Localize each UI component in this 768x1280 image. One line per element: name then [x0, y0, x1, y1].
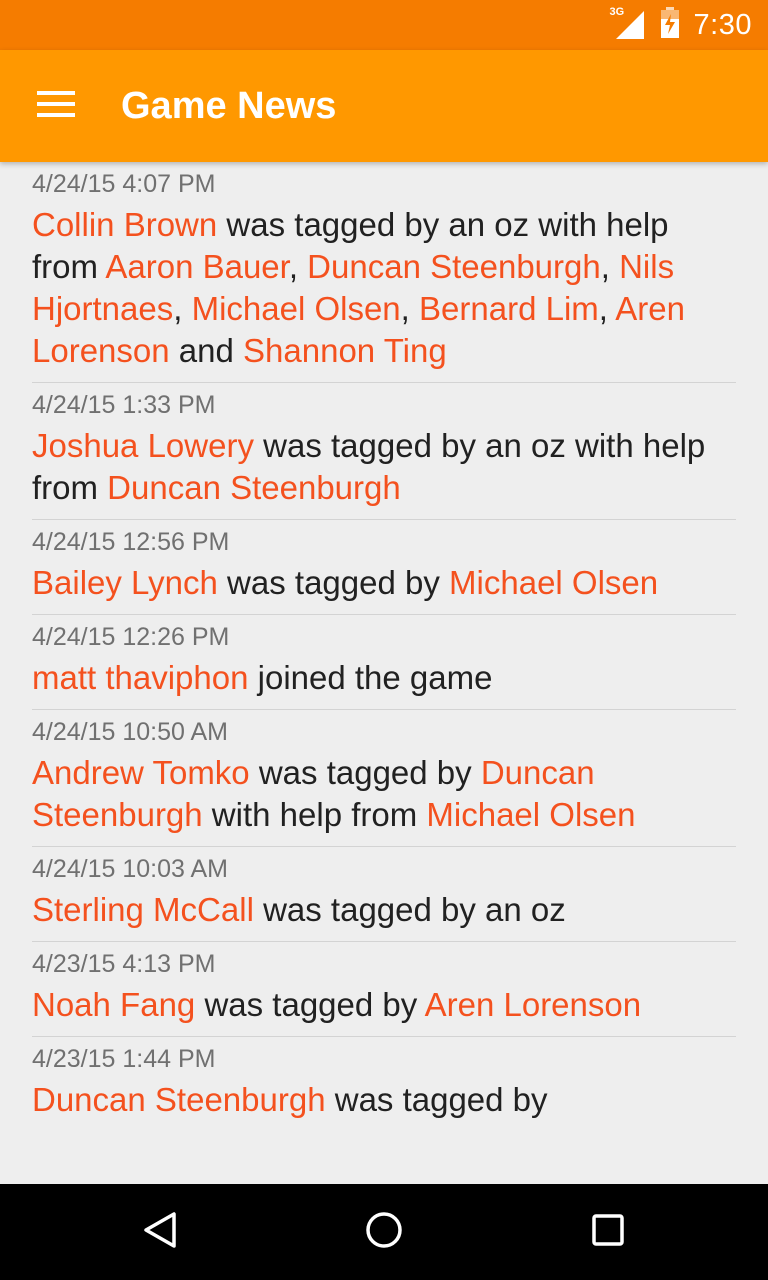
player-name-link[interactable]: Duncan Steenburgh: [307, 248, 601, 285]
news-list: 4/24/15 4:07 PM Collin Brown was tagged b…: [0, 162, 768, 1131]
news-item: 4/24/15 4:07 PM Collin Brown was tagged b…: [32, 162, 736, 383]
news-text: joined the game: [248, 659, 493, 696]
player-name-link[interactable]: Joshua Lowery: [32, 427, 254, 464]
news-text: and: [169, 332, 244, 369]
page-title: Game News: [121, 85, 337, 127]
news-timestamp: 4/24/15 10:50 AM: [32, 718, 228, 746]
news-message: Bailey Lynch was tagged by Michael Olsen: [32, 562, 736, 604]
news-text: ,: [598, 290, 616, 327]
player-name-link[interactable]: Aaron Bauer: [105, 248, 288, 285]
player-name-link[interactable]: Collin Brown: [32, 206, 217, 243]
news-timestamp: 4/23/15 1:44 PM: [32, 1045, 216, 1073]
news-timestamp: 4/24/15 12:26 PM: [32, 623, 230, 651]
system-nav-bar: [0, 1184, 768, 1280]
news-message: Duncan Steenburgh was tagged by: [32, 1079, 736, 1121]
player-name-link[interactable]: Shannon Ting: [243, 332, 447, 369]
news-timestamp: 4/24/15 1:33 PM: [32, 391, 216, 419]
news-item: 4/23/15 1:44 PM Duncan Steenburgh was tag…: [32, 1037, 736, 1131]
news-text: was tagged by an oz: [253, 891, 566, 928]
player-name-link[interactable]: Andrew Tomko: [32, 754, 250, 791]
news-item: 4/24/15 1:33 PM Joshua Lowery was tagged …: [32, 383, 736, 520]
player-name-link[interactable]: Duncan Steenburgh: [107, 469, 401, 506]
menu-button[interactable]: [24, 78, 88, 134]
home-button[interactable]: [336, 1184, 432, 1280]
back-button[interactable]: [112, 1184, 208, 1280]
news-item: 4/24/15 10:03 AM Sterling McCall was tagg…: [32, 847, 736, 942]
news-text: was tagged by: [249, 754, 481, 791]
status-icons: 3G 7:30: [610, 0, 752, 50]
hamburger-menu-icon: [37, 90, 75, 123]
news-message: Joshua Lowery was tagged by an oz with h…: [32, 425, 736, 509]
news-text: ,: [600, 248, 620, 285]
news-message: Andrew Tomko was tagged by Duncan Steenb…: [32, 752, 736, 836]
news-timestamp: 4/24/15 4:07 PM: [32, 170, 216, 198]
news-text: was tagged by: [217, 564, 450, 601]
news-message: matt thaviphon joined the game: [32, 657, 736, 699]
battery-charging-icon: [660, 6, 680, 44]
home-circle-icon: [364, 1210, 404, 1255]
player-name-link[interactable]: Noah Fang: [32, 986, 195, 1023]
player-name-link[interactable]: Duncan Steenburgh: [32, 1081, 326, 1118]
news-text: was tagged by: [195, 986, 425, 1023]
news-item: 4/24/15 12:56 PM Bailey Lynch was tagged …: [32, 520, 736, 615]
news-item: 4/24/15 10:50 AM Andrew Tomko was tagged …: [32, 710, 736, 847]
news-message: Noah Fang was tagged by Aren Lorenson: [32, 984, 736, 1026]
news-text: ,: [400, 290, 420, 327]
news-message: Sterling McCall was tagged by an oz: [32, 889, 736, 931]
player-name-link[interactable]: Michael Olsen: [426, 796, 635, 833]
news-item: 4/23/15 4:13 PM Noah Fang was tagged by A…: [32, 942, 736, 1037]
status-bar: 3G 7:30: [0, 0, 768, 50]
player-name-link[interactable]: Michael Olsen: [192, 290, 401, 327]
recents-button[interactable]: [560, 1184, 656, 1280]
player-name-link[interactable]: Bailey Lynch: [32, 564, 218, 601]
news-text: was tagged by: [325, 1081, 548, 1118]
player-name-link[interactable]: Aren Lorenson: [425, 986, 641, 1023]
player-name-link[interactable]: Bernard Lim: [419, 290, 599, 327]
news-text: with help from: [202, 796, 427, 833]
news-text: ,: [288, 248, 308, 285]
news-feed[interactable]: 4/24/15 4:07 PM Collin Brown was tagged b…: [0, 162, 768, 1184]
news-timestamp: 4/23/15 4:13 PM: [32, 950, 216, 978]
cell-signal-icon: 3G: [610, 6, 646, 41]
news-item: 4/24/15 12:26 PM matt thaviphon joined th…: [32, 615, 736, 710]
news-timestamp: 4/24/15 10:03 AM: [32, 855, 228, 883]
player-name-link[interactable]: Sterling McCall: [32, 891, 254, 928]
recents-square-icon: [590, 1212, 626, 1253]
app-bar: Game News: [0, 50, 768, 162]
news-message: Collin Brown was tagged by an oz with he…: [32, 204, 736, 372]
status-time: 7:30: [693, 8, 752, 41]
player-name-link[interactable]: Michael Olsen: [449, 564, 658, 601]
news-timestamp: 4/24/15 12:56 PM: [32, 528, 230, 556]
back-triangle-icon: [140, 1210, 180, 1255]
news-text: ,: [173, 290, 192, 327]
player-name-link[interactable]: matt thaviphon: [32, 659, 248, 696]
